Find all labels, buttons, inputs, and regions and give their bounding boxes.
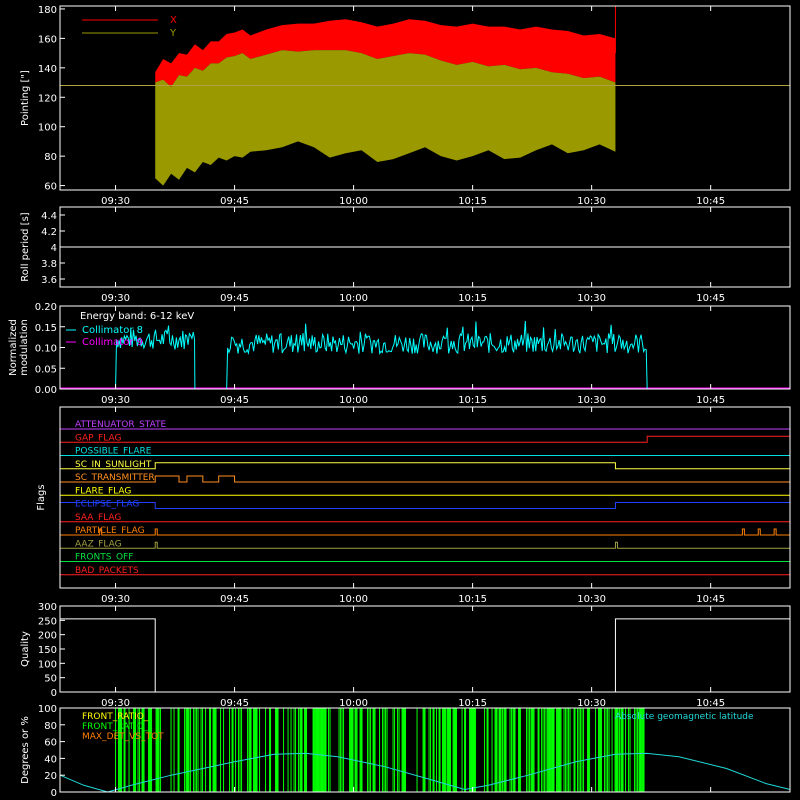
flag-label: POSSIBLE_FLARE [75,447,152,457]
y-axis-label: Quality [20,631,31,667]
y-tick-label: 3.6 [41,275,57,286]
x-tick-label: 09:45 [220,698,249,709]
x-tick-label: 10:30 [577,293,606,304]
x-tick-label: 10:00 [339,196,368,207]
x-tick-label: 09:30 [101,594,130,605]
flag-label: GAP_FLAG [75,433,121,443]
y-tick-label: 80 [44,152,57,163]
legend-label: FRONT_RATIO_ [82,722,149,732]
y-axis-label: Pointing ["] [20,70,31,126]
flag-label: ECLIPSE_FLAG [75,500,139,510]
flag-label: SAA_FLAG [75,513,121,523]
x-tick-label: 09:30 [101,395,130,406]
x-tick-label: 09:30 [101,698,130,709]
x-tick-label: 10:00 [339,594,368,605]
x-tick-label: 10:45 [696,594,725,605]
y-tick-label: 100 [38,704,57,715]
x-tick-label: 10:15 [458,196,487,207]
y-tick-label: 50 [44,674,57,685]
y-axis-label-line: modulation [19,319,30,376]
x-tick-label: 09:45 [220,293,249,304]
legend-label: MAX_DET_VS_TOT [82,732,164,742]
legend-label: FRONT_RATIO_ [82,712,149,722]
legend-label: Collimator 8 [82,325,143,336]
x-tick-label: 10:15 [458,698,487,709]
flag-label: ATTENUATOR_STATE [75,420,167,430]
y-tick-label: 180 [38,5,57,16]
x-tick-label: 10:45 [696,698,725,709]
y-axis-label: Normalizedmodulation [8,319,30,376]
y-tick-label: 120 [38,93,57,104]
flag-label: SC_TRANSMITTER [75,473,155,483]
x-tick-label: 10:00 [339,698,368,709]
x-tick-label: 10:15 [458,293,487,304]
y-axis-label-line: Degrees or % [20,716,31,784]
y-tick-label: 0.15 [35,323,57,334]
y-tick-label: 60 [44,738,57,749]
y-tick-label: 20 [44,771,57,782]
legend-label: Y [169,28,177,39]
y-tick-label: 0.00 [35,385,57,396]
y-tick-label: 100 [38,659,57,670]
x-tick-label: 10:15 [458,395,487,406]
y-tick-label: 0.05 [35,364,57,375]
y-axis-label-line: Quality [20,631,31,667]
latitude-label: Absolute geomagnetic latitude [615,712,754,722]
y-tick-label: 100 [38,123,57,134]
y-tick-label: 200 [38,631,57,642]
y-axis-label: Degrees or % [20,716,31,784]
y-tick-label: 300 [38,602,57,613]
x-tick-label: 10:15 [458,594,487,605]
flag-label: BAD_PACKETS [75,566,139,576]
y-tick-label: 0.20 [35,302,57,313]
y-tick-label: 0.10 [35,344,57,355]
y-tick-label: 4.4 [41,211,57,222]
flag-label: SC_IN_SUNLIGHT [75,460,152,470]
x-tick-label: 09:30 [101,196,130,207]
figure-canvas: XY 09:30 09:45 10:00 10:15 10:30 10:45 60 80 100 1… [0,0,800,800]
x-tick-label: 10:30 [577,395,606,406]
flag-label: PARTICLE_FLAG [75,526,145,536]
y-tick-label: 250 [38,616,57,627]
flag-label: FLARE_FLAG [75,486,131,496]
y-tick-label: 0 [51,688,57,699]
y-axis-label: Flags [36,484,47,510]
y-axis-label-line: Roll period [s] [20,212,31,281]
x-tick-label: 10:30 [577,698,606,709]
flag-label: FRONTS_OFF [75,553,133,563]
y-tick-label: 160 [38,34,57,45]
y-tick-label: 4.2 [41,227,57,238]
x-tick-label: 10:45 [696,395,725,406]
x-tick-label: 10:30 [577,196,606,207]
y-tick-label: 40 [44,754,57,765]
y-axis-label: Roll period [s] [20,212,31,281]
x-tick-label: 09:45 [220,395,249,406]
x-tick-label: 09:45 [220,594,249,605]
y-axis-label-line: Pointing ["] [20,70,31,126]
x-tick-label: 10:45 [696,196,725,207]
y-axis-label-line: Normalized [8,319,19,376]
legend-label: Collimator 9 [82,337,143,348]
y-tick-label: 0 [51,788,57,799]
y-tick-label: 140 [38,64,57,75]
y-tick-label: 3.8 [41,259,57,270]
x-tick-label: 10:00 [339,395,368,406]
x-tick-label: 10:00 [339,293,368,304]
y-tick-label: 60 [44,182,57,193]
flag-label: AAZ_FLAG [75,539,122,549]
x-tick-label: 10:45 [696,293,725,304]
x-tick-label: 10:30 [577,594,606,605]
x-tick-label: 09:30 [101,293,130,304]
y-tick-label: 150 [38,645,57,656]
y-tick-label: 80 [44,721,57,732]
legend-label: X [170,15,177,26]
energy-band-label: Energy band: 6-12 keV [80,311,194,322]
y-tick-label: 4 [51,243,57,254]
x-tick-label: 09:45 [220,196,249,207]
